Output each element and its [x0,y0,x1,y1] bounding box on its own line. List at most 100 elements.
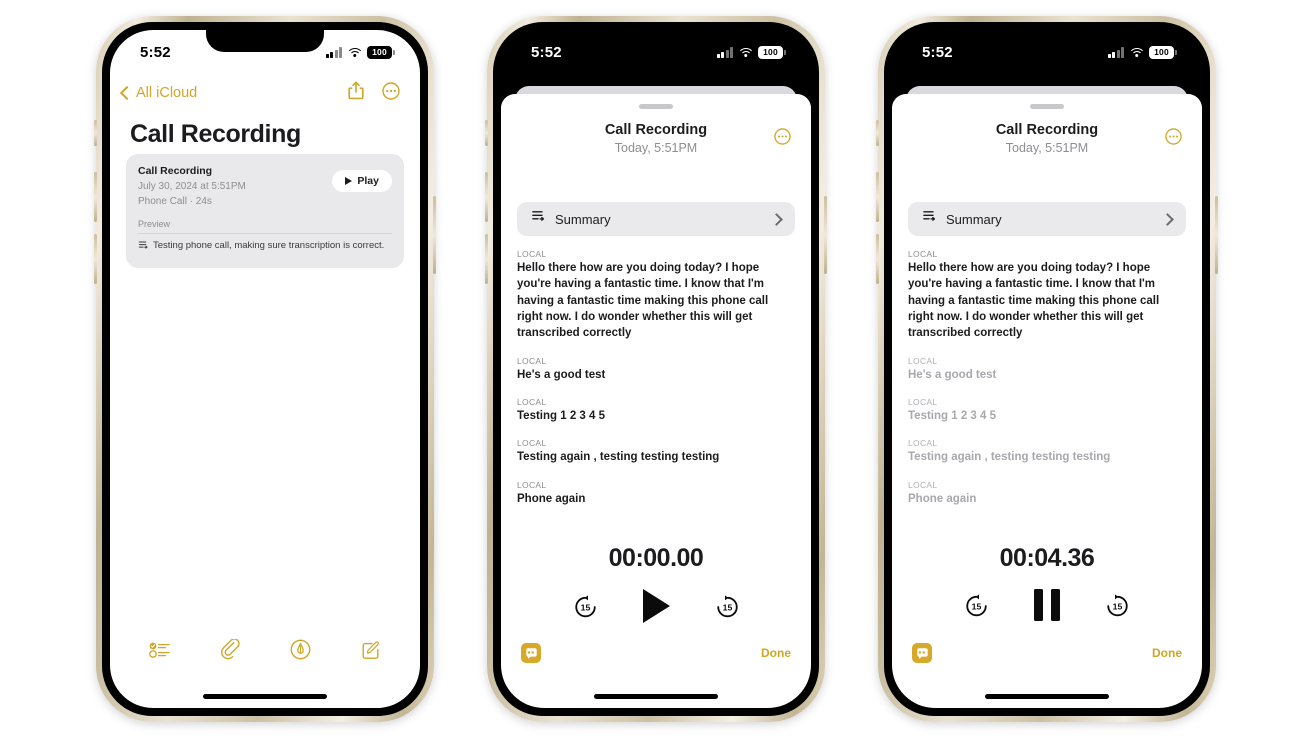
status-indicators: 100 [325,45,395,59]
skip-forward-15-icon[interactable]: 15 [714,593,741,620]
svg-text:15: 15 [722,602,732,612]
transcript-block[interactable]: LOCAL He's a good test [517,356,795,383]
preview-label: Preview [138,219,171,230]
volume-up-button[interactable] [485,172,488,222]
status-time: 5:52 [140,43,171,61]
phone-3-bezel: 5:52 100 Call Recording Today, 5:51PM Su… [884,22,1210,716]
power-button[interactable] [824,196,827,274]
transcript-block[interactable]: LOCAL Testing again , testing testing te… [517,438,795,465]
battery-icon: 100 [1149,45,1177,59]
transcript-speaker: LOCAL [908,249,938,259]
transcript-speaker: LOCAL [517,396,547,407]
transcript-text: Testing 1 2 3 4 5 [908,409,996,422]
battery-level: 100 [372,46,387,57]
markup-pen-icon[interactable] [290,639,311,665]
sheet-title: Call Recording [604,122,708,138]
recording-card[interactable]: Call Recording July 30, 2024 at 5:51PM P… [126,154,404,269]
power-button[interactable] [1215,196,1218,274]
transcript-text: Hello there how are you doing today? I h… [908,262,1160,340]
paperclip-icon[interactable] [220,637,241,666]
navigation-bar: All iCloud [110,74,420,112]
transcript-block[interactable]: LOCAL Hello there how are you doing toda… [908,249,1186,342]
skip-forward-15-icon[interactable]: 15 [1104,592,1131,619]
transcript-speaker: LOCAL [517,249,547,259]
play-button[interactable] [642,589,670,623]
home-indicator [594,694,718,699]
chevron-right-icon [1161,212,1174,226]
transcript-speaker: LOCAL [908,396,938,407]
back-button-label: All iCloud [136,85,198,101]
transcript-text: Hello there how are you doing today? I h… [517,262,769,340]
volume-down-button[interactable] [485,234,488,284]
player-sheet: Call Recording Today, 5:51PM Summary LOC… [892,94,1202,708]
more-circle-icon[interactable] [382,81,400,105]
summary-row[interactable]: Summary [908,202,1186,236]
volume-down-button[interactable] [94,234,97,284]
phone-2-bezel: 5:52 100 Call Recording Today, 5:51PM Su… [493,22,819,716]
sheet-bottom-bar: Done [501,636,811,670]
phone-2-screen: 5:52 100 Call Recording Today, 5:51PM Su… [501,30,811,708]
checklist-icon[interactable] [149,641,171,664]
transcript-block[interactable]: LOCAL Phone again [517,480,795,507]
transcript-block[interactable]: LOCAL He's a good test [908,356,1186,383]
play-icon [345,177,353,185]
power-button[interactable] [433,196,436,274]
sheet-title: Call Recording [995,122,1099,138]
status-time: 5:52 [531,43,562,61]
transcript-speaker: LOCAL [908,479,938,490]
transcript-speaker: LOCAL [517,355,547,366]
compose-icon[interactable] [361,640,381,665]
silent-switch[interactable] [876,120,879,146]
sheet-grabber[interactable] [1030,104,1064,109]
sheet-date: Today, 5:51PM [1005,141,1089,155]
recording-card-header: Call Recording July 30, 2024 at 5:51PM P… [138,164,392,209]
transcript-block[interactable]: LOCAL Phone again [908,480,1186,507]
wifi-icon [737,47,754,58]
transcript-bubble-icon[interactable] [912,643,932,663]
sheet-header: Call Recording Today, 5:51PM [501,122,811,155]
wifi-icon [1128,47,1145,58]
transcript-block[interactable]: LOCAL Testing 1 2 3 4 5 [517,397,795,424]
transcript-icon [922,209,937,229]
back-button[interactable]: All iCloud [119,85,198,101]
transcript-block[interactable]: LOCAL Testing again , testing testing te… [908,438,1186,465]
status-indicators: 100 [716,45,786,59]
cellular-icon [325,46,342,58]
transcript-text: He's a good test [908,368,997,381]
more-circle-icon[interactable] [774,128,791,150]
page-title: Call Recording [130,120,301,148]
more-circle-icon[interactable] [1165,128,1182,150]
summary-row[interactable]: Summary [517,202,795,236]
summary-label: Summary [555,211,611,227]
pause-button[interactable] [1034,589,1060,621]
status-bar: 5:52 100 [501,30,811,74]
recording-meta: Phone Call · 24s [138,196,212,208]
transcript-bubble-icon[interactable] [521,643,541,663]
skip-back-15-icon[interactable]: 15 [572,593,599,620]
status-time: 5:52 [922,43,953,61]
volume-down-button[interactable] [876,234,879,284]
sheet-grabber[interactable] [639,104,673,109]
transcript-block[interactable]: LOCAL Testing 1 2 3 4 5 [908,397,1186,424]
done-button[interactable]: Done [761,646,791,660]
phone-3-screen: 5:52 100 Call Recording Today, 5:51PM Su… [892,30,1202,708]
silent-switch[interactable] [94,120,97,146]
transcript-block[interactable]: LOCAL Hello there how are you doing toda… [517,249,795,342]
phone-3: 5:52 100 Call Recording Today, 5:51PM Su… [876,16,1218,722]
volume-up-button[interactable] [94,172,97,222]
share-icon[interactable] [348,81,364,105]
transcript-text: Testing again , testing testing testing [517,451,720,464]
play-button[interactable]: Play [332,170,392,192]
done-button[interactable]: Done [1152,646,1182,660]
chevron-left-icon [119,85,135,101]
skip-back-15-icon[interactable]: 15 [963,592,990,619]
transcript-text: Phone again [908,492,977,505]
silent-switch[interactable] [485,120,488,146]
transcript-speaker: LOCAL [908,355,938,366]
wifi-icon [346,47,363,58]
transcript-text: Testing 1 2 3 4 5 [517,409,605,422]
playback-timecode: 00:04.36 [999,544,1095,572]
volume-up-button[interactable] [876,172,879,222]
status-indicators: 100 [1107,45,1177,59]
svg-text:15: 15 [580,602,590,612]
